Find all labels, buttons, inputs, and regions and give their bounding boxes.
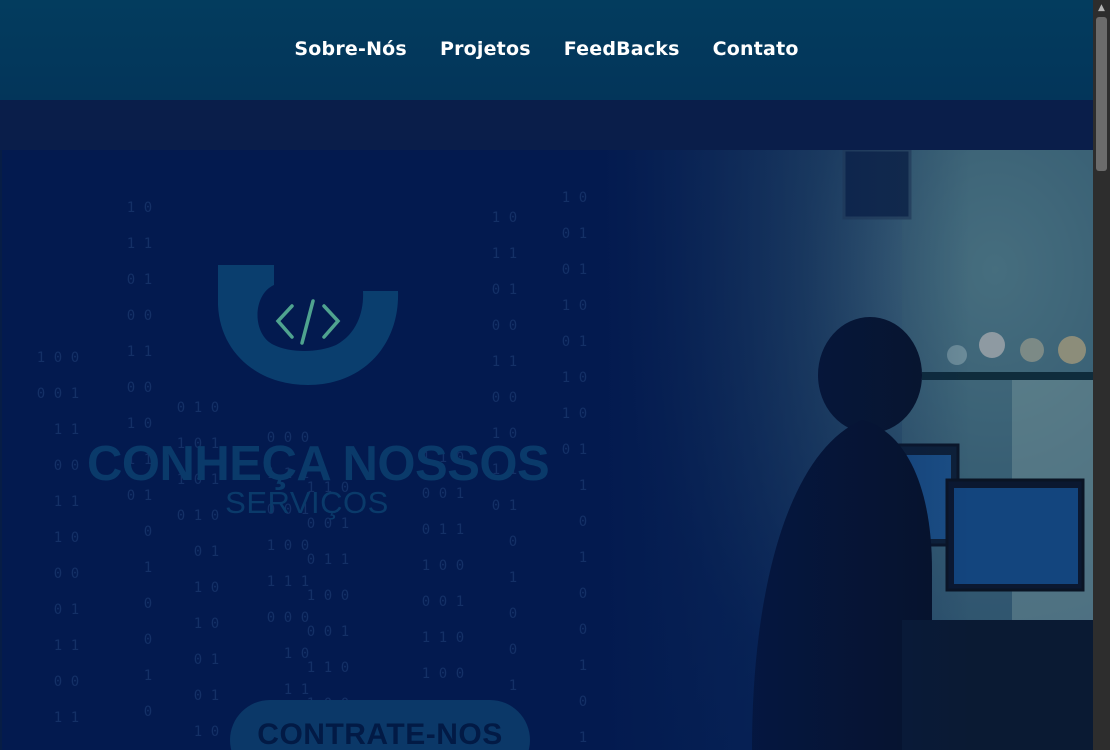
- binary-rain-column: 0 1 1 0 1 0 0 1 1 0 1 0 0 1 0 1 1 0 0 1 …: [33, 350, 83, 728]
- binary-rain-column: 0 1 1 0 1 0 0 1 1 0 1 0 0 1 0 1 1 0 0 1 …: [558, 190, 591, 748]
- nav-link-projetos[interactable]: Projetos: [440, 38, 531, 60]
- main-navigation: Sobre-Nós Projetos FeedBacks Contato: [0, 0, 1093, 100]
- photo-fade-overlay: [602, 150, 1093, 750]
- scrollbar-thumb[interactable]: [1096, 17, 1107, 171]
- header-spacer-band: [0, 100, 1093, 150]
- hero-subtitle: SERVIÇOS: [225, 485, 389, 520]
- scroll-up-arrow-icon[interactable]: ▲: [1093, 0, 1110, 16]
- hero-section: 0 1 1 0 1 0 0 1 1 0 1 0 0 1 0 1 1 0 0 1 …: [2, 150, 1093, 750]
- vertical-scrollbar[interactable]: ▲: [1093, 0, 1110, 750]
- nav-link-feedbacks[interactable]: FeedBacks: [564, 38, 680, 60]
- company-logo: [218, 265, 399, 385]
- nav-link-contato[interactable]: Contato: [713, 38, 799, 60]
- hero-title: CONHEÇA NOSSOS: [87, 437, 550, 491]
- code-brackets-icon: [275, 299, 341, 345]
- contrate-nos-button[interactable]: CONTRATE-NOS: [230, 700, 530, 750]
- nav-link-sobre-nos[interactable]: Sobre-Nós: [294, 38, 407, 60]
